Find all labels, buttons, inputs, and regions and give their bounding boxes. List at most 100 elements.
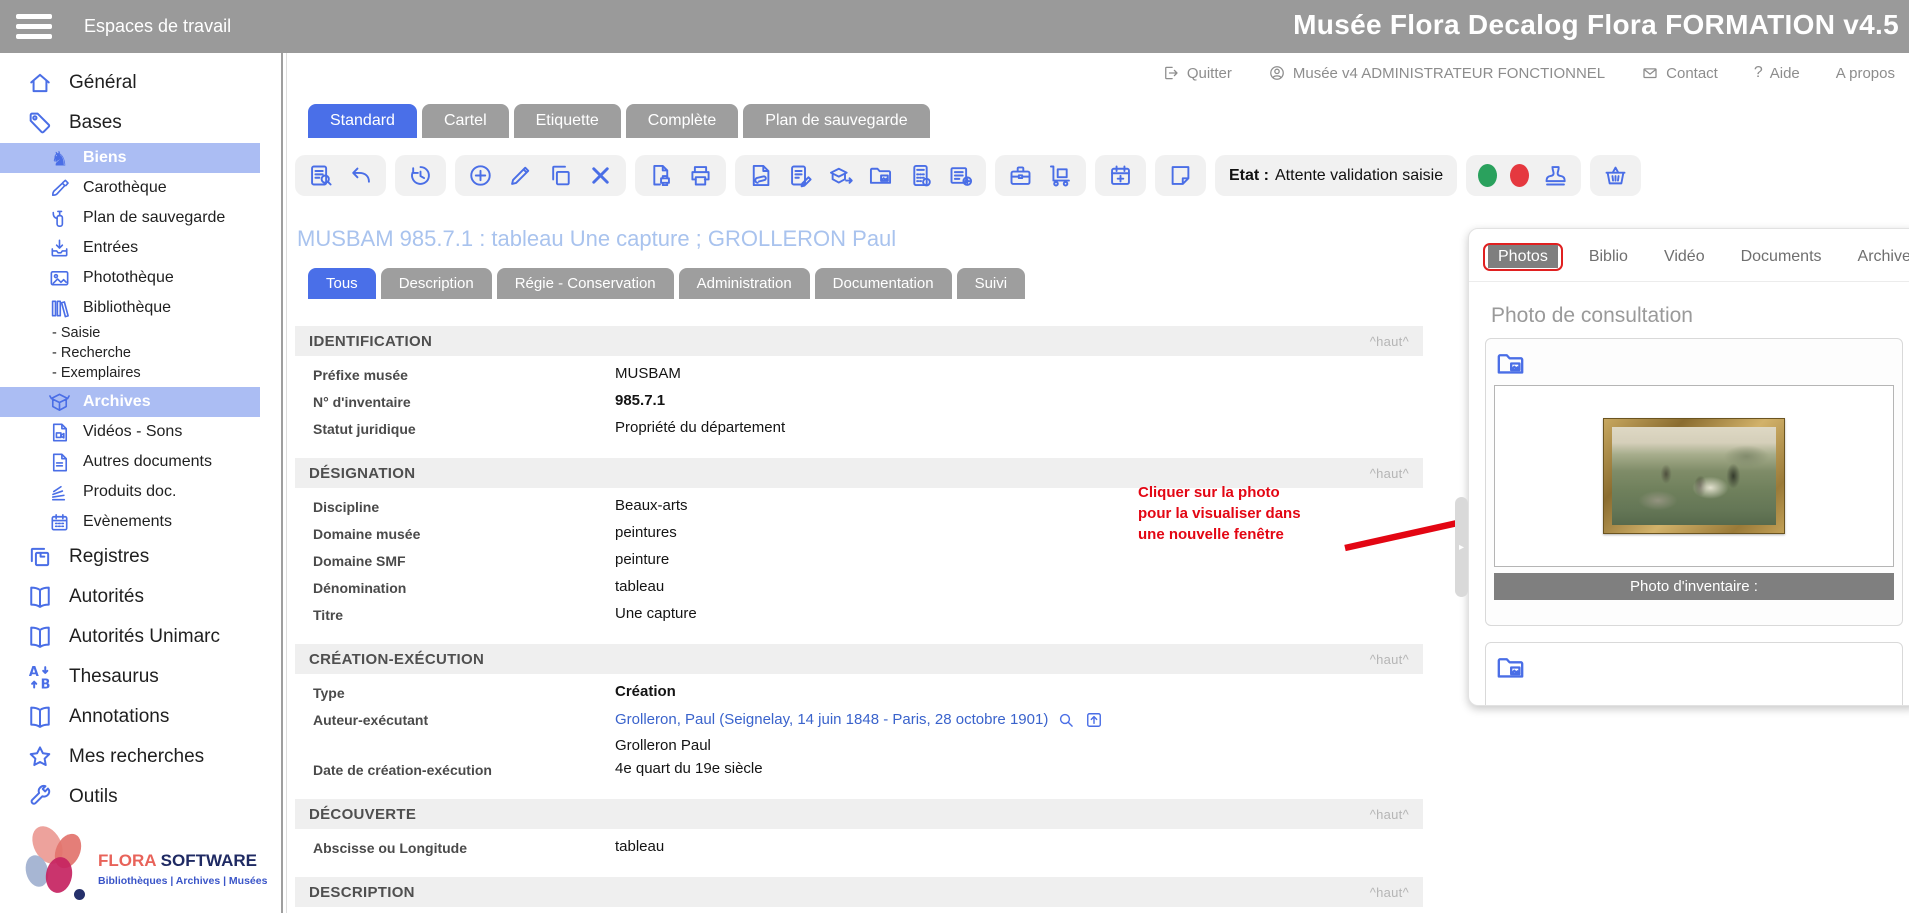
print-page-button[interactable] — [647, 162, 674, 189]
tab-documents[interactable]: Documents — [1731, 245, 1832, 269]
sidebar-item-annotations[interactable]: Annotations — [0, 697, 260, 737]
panel-collapse-handle[interactable] — [1455, 497, 1468, 597]
sidebar-item-outils[interactable]: Outils — [0, 777, 260, 817]
sidebar-item-biens[interactable]: Biens — [0, 143, 260, 173]
tab-documentation[interactable]: Documentation — [815, 268, 952, 299]
media-folder-button[interactable] — [867, 162, 894, 189]
sidebar-item-label: Autorités Unimarc — [69, 626, 220, 648]
field-value: Propriété du département — [615, 419, 785, 436]
back-button[interactable] — [347, 162, 374, 189]
stamp-button[interactable] — [1542, 162, 1569, 189]
open-in-window-icon[interactable] — [1084, 710, 1104, 730]
brand-name: FLORA SOFTWARE — [98, 851, 257, 871]
delete-record-button[interactable] — [587, 162, 614, 189]
edit-form-button[interactable] — [787, 162, 814, 189]
top-anchor-link[interactable]: ^haut^ — [1370, 807, 1409, 822]
help-link[interactable]: Aide — [1754, 64, 1800, 82]
export-box-button[interactable] — [827, 162, 854, 189]
duplicate-record-button[interactable] — [547, 162, 574, 189]
sidebar-item-plan-sauvegarde[interactable]: Plan de sauvegarde — [0, 203, 260, 233]
quit-link[interactable]: Quitter — [1162, 64, 1232, 82]
sidebar-item-thesaurus[interactable]: Thesaurus — [0, 657, 260, 697]
sidebar-item-bibliotheque[interactable]: Bibliothèque — [0, 293, 260, 323]
add-event-button[interactable] — [1107, 162, 1134, 189]
field-value: peinture — [615, 551, 669, 568]
reject-button[interactable] — [1510, 164, 1529, 187]
add-record-button[interactable] — [467, 162, 494, 189]
sidebar-item-general[interactable]: Général — [0, 63, 260, 103]
validate-button[interactable] — [1478, 164, 1497, 187]
sidebar-item-saisie[interactable]: - Saisie — [0, 323, 260, 343]
attach-document-button[interactable] — [747, 162, 774, 189]
folder-image-icon[interactable] — [1494, 347, 1527, 380]
sidebar-item-videos-sons[interactable]: Vidéos - Sons — [0, 417, 260, 447]
note-button[interactable] — [1167, 162, 1194, 189]
tab-photos[interactable]: Photos — [1488, 245, 1558, 268]
tab-biblio[interactable]: Biblio — [1579, 245, 1638, 269]
folder-image-icon[interactable] — [1494, 651, 1527, 684]
field-row: Abscisse ou Longitudetableau — [313, 838, 1423, 859]
sidebar-item-recherche[interactable]: - Recherche — [0, 343, 260, 363]
tab-video[interactable]: Vidéo — [1654, 245, 1715, 269]
tab-tous[interactable]: Tous — [308, 268, 376, 299]
sidebar-item-mes-recherches[interactable]: Mes recherches — [0, 737, 260, 777]
sort-az-icon — [26, 663, 54, 691]
tab-regie-conservation[interactable]: Régie - Conservation — [497, 268, 674, 299]
sidebar-item-autres-documents[interactable]: Autres documents — [0, 447, 260, 477]
tab-complete[interactable]: Complète — [626, 104, 738, 138]
history-button[interactable] — [407, 162, 434, 189]
sidebar-item-evenements[interactable]: Evènements — [0, 507, 260, 537]
sidebar-splitter[interactable] — [281, 53, 283, 913]
hamburger-menu-icon[interactable] — [16, 9, 52, 44]
sidebar-item-label: Carothèque — [83, 179, 167, 197]
annotation-line: Cliquer sur la photo — [1138, 482, 1301, 503]
sidebar-item-phototheque[interactable]: Photothèque — [0, 263, 260, 293]
top-anchor-link[interactable]: ^haut^ — [1370, 885, 1409, 900]
workspace-label[interactable]: Espaces de travail — [84, 16, 231, 37]
tab-etiquette[interactable]: Etiquette — [514, 104, 621, 138]
artwork-photo[interactable] — [1603, 418, 1785, 534]
section-title: IDENTIFICATION — [309, 333, 432, 350]
tab-standard[interactable]: Standard — [308, 104, 417, 138]
sidebar-item-exemplaires[interactable]: - Exemplaires — [0, 363, 260, 383]
tab-archives[interactable]: Archives — [1848, 245, 1909, 269]
top-anchor-link[interactable]: ^haut^ — [1370, 652, 1409, 667]
toolbox-button[interactable] — [1007, 162, 1034, 189]
print-button[interactable] — [687, 162, 714, 189]
sidebar-item-carotheque[interactable]: Carothèque — [0, 173, 260, 203]
sidebar-item-archives[interactable]: Archives — [0, 387, 260, 417]
brand-tagline: Bibliothèques | Archives | Musées — [98, 875, 267, 887]
quit-label: Quitter — [1187, 65, 1232, 82]
mail-icon — [1641, 64, 1659, 82]
edit-record-button[interactable] — [507, 162, 534, 189]
valuation-button[interactable] — [907, 162, 934, 189]
top-anchor-link[interactable]: ^haut^ — [1370, 466, 1409, 481]
tab-description[interactable]: Description — [381, 268, 492, 299]
tab-plan-de-sauvegarde[interactable]: Plan de sauvegarde — [743, 104, 929, 138]
section-identification: IDENTIFICATION ^haut^ — [295, 326, 1423, 356]
tab-suivi[interactable]: Suivi — [957, 268, 1026, 299]
search-icon[interactable] — [1056, 710, 1076, 730]
movement-button[interactable] — [1047, 162, 1074, 189]
media-panel-tabs: Photos Biblio Vidéo Documents Archives — [1469, 229, 1909, 282]
author-authority-link[interactable]: Grolleron, Paul (Seignelay, 14 juin 1848… — [615, 711, 1048, 728]
sidebar-item-bases[interactable]: Bases — [0, 103, 260, 143]
sidebar-item-produits-doc[interactable]: Produits doc. — [0, 477, 260, 507]
sidebar-item-entrees[interactable]: Entrées — [0, 233, 260, 263]
sidebar-item-autorites[interactable]: Autorités — [0, 577, 260, 617]
pencil-icon — [507, 162, 534, 189]
sidebar-item-autorites-unimarc[interactable]: Autorités Unimarc — [0, 617, 260, 657]
sidebar-item-label: Mes recherches — [69, 746, 204, 768]
contact-link[interactable]: Contact — [1641, 64, 1718, 82]
sidebar-item-registres[interactable]: Registres — [0, 537, 260, 577]
add-news-button[interactable] — [947, 162, 974, 189]
top-anchor-link[interactable]: ^haut^ — [1370, 334, 1409, 349]
user-account-link[interactable]: Musée v4 ADMINISTRATEUR FONCTIONNEL — [1268, 64, 1605, 82]
about-link[interactable]: A propos — [1836, 65, 1895, 82]
field-value: Création — [615, 683, 676, 700]
tab-cartel[interactable]: Cartel — [422, 104, 509, 138]
tab-administration[interactable]: Administration — [679, 268, 810, 299]
basket-button[interactable] — [1602, 162, 1629, 189]
search-list-button[interactable] — [307, 162, 334, 189]
section-title: CRÉATION-EXÉCUTION — [309, 651, 484, 668]
